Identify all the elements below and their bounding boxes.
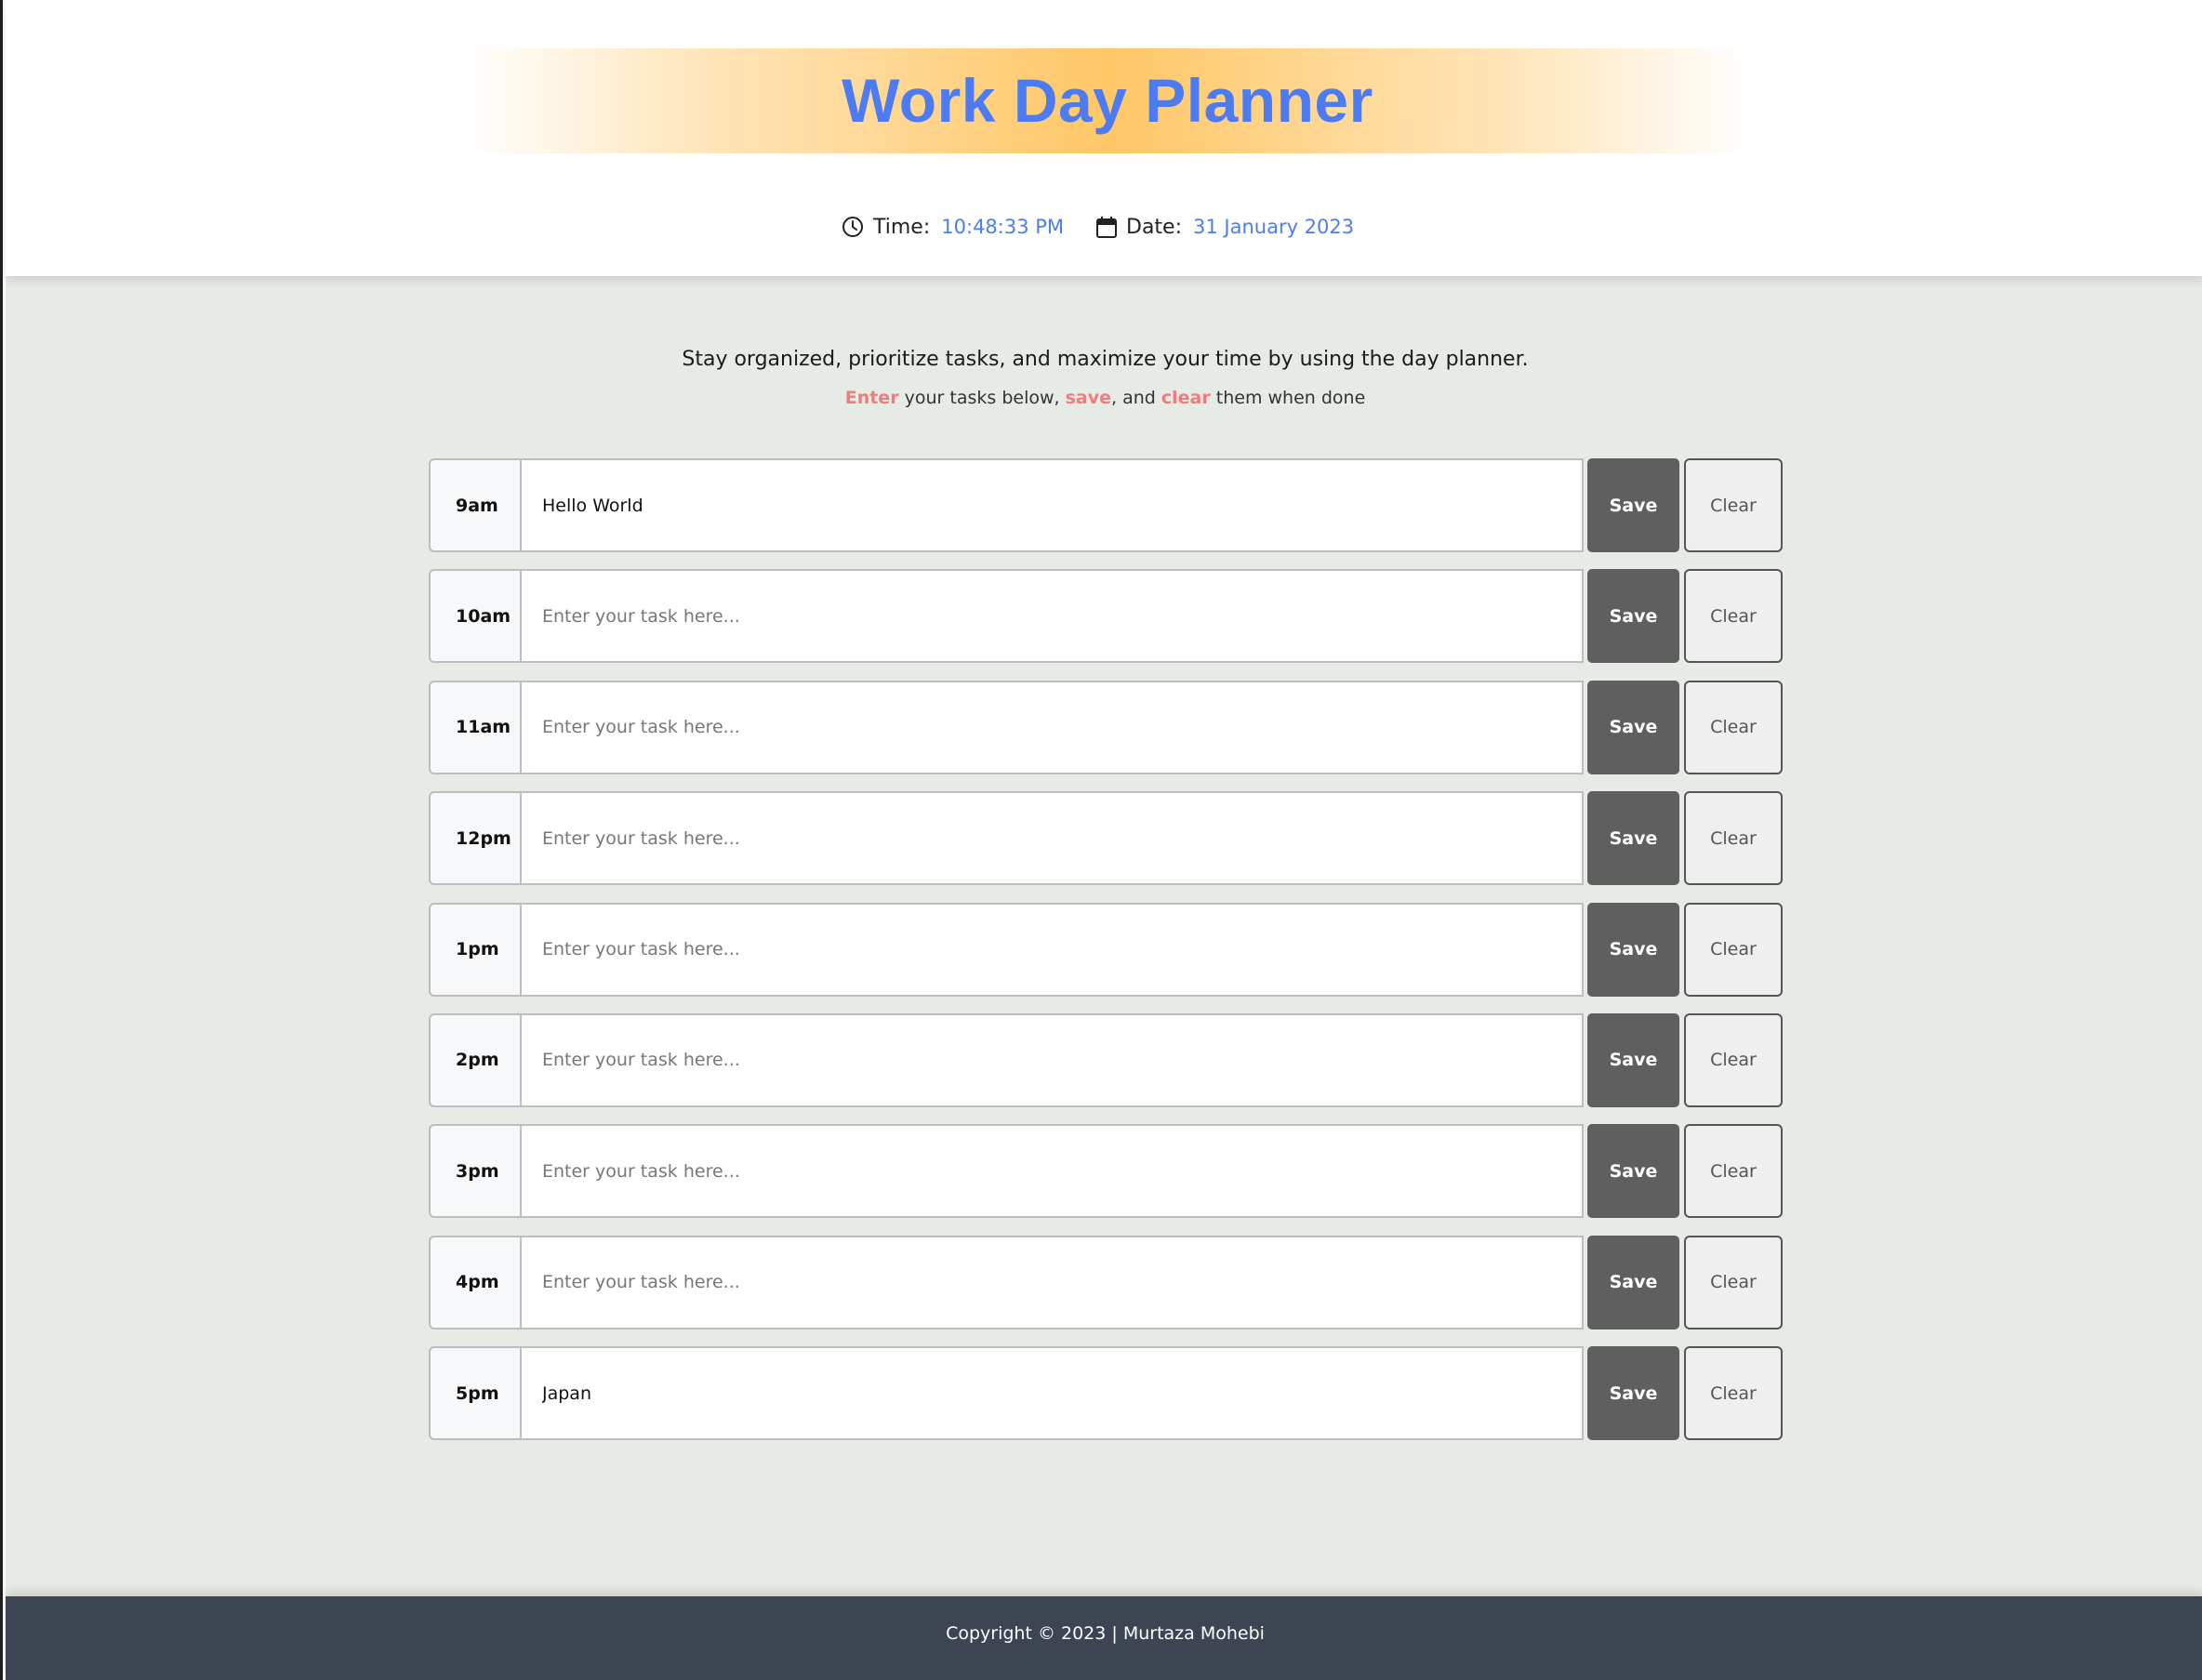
hour-label: 5pm xyxy=(429,1346,521,1441)
clear-button[interactable]: Clear xyxy=(1684,1346,1783,1441)
instructions-save: save xyxy=(1065,388,1111,408)
time-block-9am: 9am Save Clear xyxy=(429,458,1786,552)
task-input[interactable] xyxy=(521,791,1584,886)
instructions-clear: clear xyxy=(1161,388,1211,408)
planner-main: Stay organized, prioritize tasks, and ma… xyxy=(6,276,2202,1596)
hour-label: 3pm xyxy=(429,1124,521,1219)
save-button[interactable]: Save xyxy=(1587,680,1679,774)
clock-icon xyxy=(842,217,863,237)
page: Work Day Planner Time: 10:48:33 PM Date:… xyxy=(0,0,2202,1680)
current-date: Date: 31 January 2023 xyxy=(1096,208,1354,245)
instructions-part2: , and xyxy=(1111,388,1161,408)
header: Work Day Planner Time: 10:48:33 PM Date:… xyxy=(6,0,2202,276)
time-block-list: 9am Save Clear 10am Save Clear 11am Save… xyxy=(429,458,1786,1458)
hour-label: 1pm xyxy=(429,902,521,997)
intro-text: Stay organized, prioritize tasks, and ma… xyxy=(682,348,1529,371)
clear-button[interactable]: Clear xyxy=(1684,680,1783,774)
save-button[interactable]: Save xyxy=(1587,569,1679,664)
clear-button[interactable]: Clear xyxy=(1684,569,1783,664)
task-input[interactable] xyxy=(521,458,1584,552)
time-block-5pm: 5pm Save Clear xyxy=(429,1346,1786,1441)
clear-button[interactable]: Clear xyxy=(1684,1124,1783,1219)
hour-label: 10am xyxy=(429,569,521,664)
instructions-part1: your tasks below, xyxy=(898,388,1066,408)
time-value: 10:48:33 PM xyxy=(941,216,1065,238)
task-input[interactable] xyxy=(521,1012,1584,1107)
task-input[interactable] xyxy=(521,1235,1584,1329)
save-button[interactable]: Save xyxy=(1587,1124,1679,1219)
hour-label: 12pm xyxy=(429,791,521,886)
instructions-part3: them when done xyxy=(1210,388,1366,408)
save-button[interactable]: Save xyxy=(1587,902,1679,997)
task-input[interactable] xyxy=(521,1124,1584,1219)
task-input[interactable] xyxy=(521,1346,1584,1441)
save-button[interactable]: Save xyxy=(1587,458,1679,552)
time-block-11am: 11am Save Clear xyxy=(429,680,1786,774)
copyright-text: Copyright © 2023 | Murtaza Mohebi xyxy=(946,1623,1265,1644)
date-label: Date: xyxy=(1126,215,1182,239)
task-input[interactable] xyxy=(521,680,1584,774)
time-block-3pm: 3pm Save Clear xyxy=(429,1124,1786,1219)
save-button[interactable]: Save xyxy=(1587,1235,1679,1329)
clear-button[interactable]: Clear xyxy=(1684,902,1783,997)
current-time: Time: 10:48:33 PM xyxy=(842,208,1064,245)
date-value: 31 January 2023 xyxy=(1193,216,1355,238)
save-button[interactable]: Save xyxy=(1587,1346,1679,1441)
clear-button[interactable]: Clear xyxy=(1684,458,1783,552)
time-block-10am: 10am Save Clear xyxy=(429,569,1786,664)
calendar-icon xyxy=(1096,217,1117,238)
clear-button[interactable]: Clear xyxy=(1684,1235,1783,1329)
time-block-2pm: 2pm Save Clear xyxy=(429,1012,1786,1107)
instructions-enter: Enter xyxy=(844,388,899,408)
footer: Copyright © 2023 | Murtaza Mohebi xyxy=(6,1596,2202,1680)
page-title: Work Day Planner xyxy=(842,66,1373,135)
save-button[interactable]: Save xyxy=(1587,1012,1679,1107)
task-input[interactable] xyxy=(521,902,1584,997)
time-block-4pm: 4pm Save Clear xyxy=(429,1235,1786,1329)
time-block-1pm: 1pm Save Clear xyxy=(429,902,1786,997)
clear-button[interactable]: Clear xyxy=(1684,1012,1783,1107)
instructions: Enter your tasks below, save, and clear … xyxy=(6,388,2202,408)
hour-label: 9am xyxy=(429,458,521,552)
hour-label: 2pm xyxy=(429,1012,521,1107)
hour-label: 11am xyxy=(429,680,521,774)
save-button[interactable]: Save xyxy=(1587,791,1679,886)
time-block-12pm: 12pm Save Clear xyxy=(429,791,1786,886)
clear-button[interactable]: Clear xyxy=(1684,791,1783,886)
hour-label: 4pm xyxy=(429,1235,521,1329)
time-label: Time: xyxy=(873,215,931,239)
task-input[interactable] xyxy=(521,569,1584,664)
